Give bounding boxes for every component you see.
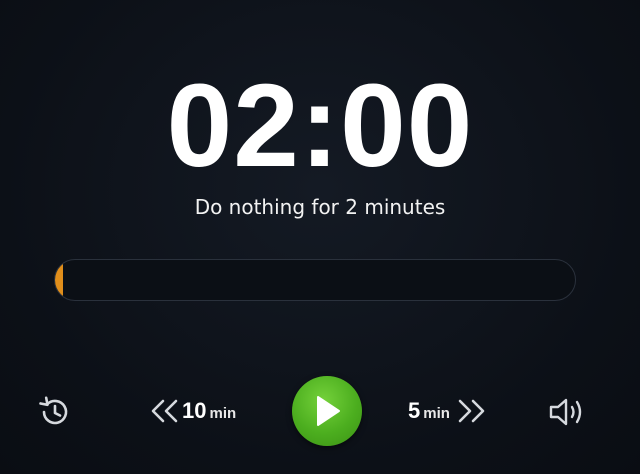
rewind-unit: min — [209, 405, 237, 422]
playback-controls: 10 min 5 min — [0, 376, 640, 446]
play-button[interactable] — [292, 376, 362, 446]
play-icon — [312, 394, 342, 428]
history-button[interactable] — [36, 395, 74, 429]
session-subtitle: Do nothing for 2 minutes — [194, 195, 446, 219]
volume-button[interactable] — [546, 394, 588, 430]
timer-display: 02:00 — [166, 60, 474, 192]
forward-button[interactable]: 5 min — [405, 394, 495, 428]
volume-icon — [547, 396, 587, 428]
forward-unit: min — [423, 405, 450, 422]
rewind-amount: 10 — [182, 398, 207, 423]
rewind-button[interactable]: 10 min — [150, 394, 250, 428]
double-chevron-left-icon — [150, 399, 180, 423]
progress-bar-fill — [55, 260, 63, 300]
progress-bar[interactable] — [54, 259, 576, 301]
forward-amount: 5 — [408, 398, 421, 423]
double-chevron-right-icon — [456, 399, 486, 423]
history-icon — [36, 395, 74, 429]
